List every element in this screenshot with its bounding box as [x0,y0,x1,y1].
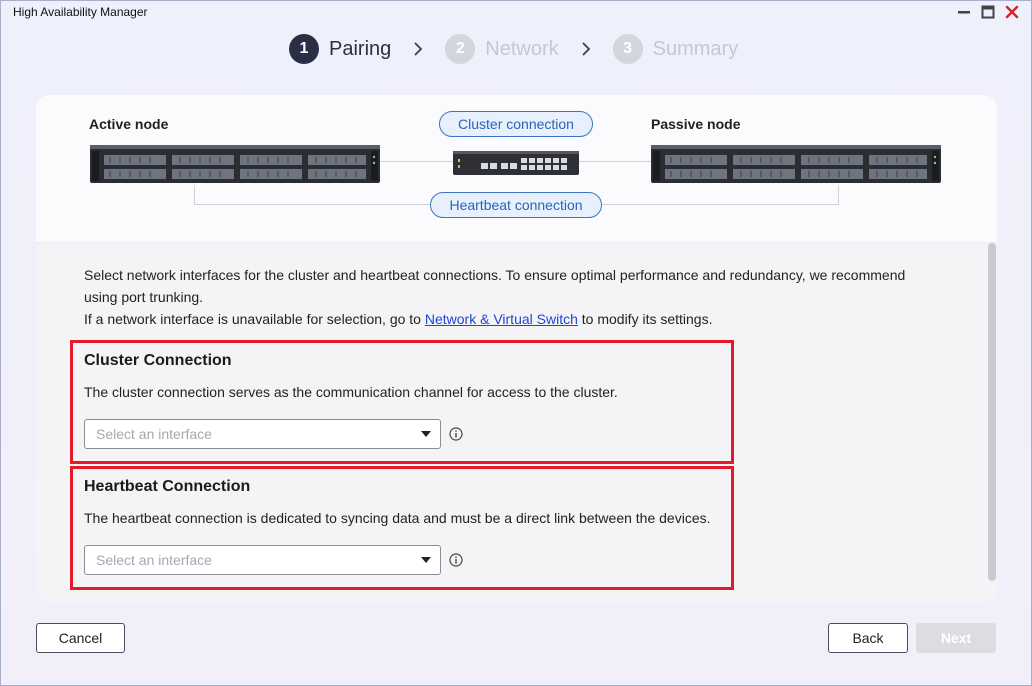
cluster-connection-title: Cluster Connection [84,352,232,369]
heartbeat-connection-description: The heartbeat connection is dedicated to… [84,510,711,526]
cluster-interface-select[interactable]: Select an interface [84,419,441,449]
heartbeat-line-right-vertical [838,185,839,205]
intro-line-2: If a network interface is unavailable fo… [84,308,924,330]
step-label: Pairing [329,37,392,60]
select-placeholder: Select an interface [96,426,212,442]
intro-line-2-prefix: If a network interface is unavailable fo… [84,311,425,327]
settings-content: Select network interfaces for the cluste… [36,243,997,602]
cluster-connection-description: The cluster connection serves as the com… [84,384,618,400]
close-icon [1005,5,1019,19]
intro-line-1: Select network interfaces for the cluste… [84,267,906,305]
main-panel: Active node Passive node Cluster connect… [36,95,997,602]
select-placeholder: Select an interface [96,552,212,568]
maximize-button[interactable] [979,3,997,21]
heartbeat-interface-select[interactable]: Select an interface [84,545,441,575]
wizard-stepper: 1 Pairing 2 Network 3 Summary [289,33,738,65]
step-number: 3 [612,34,643,64]
step-summary: 3 Summary [612,34,739,64]
passive-nas-server-icon [651,145,941,183]
next-button[interactable]: Next [916,623,996,653]
heartbeat-line-right [602,204,839,205]
cluster-line-right [579,161,651,162]
active-nas-server-icon [90,145,380,183]
step-network: 2 Network [445,34,559,64]
intro-line-2-suffix: to modify its settings. [577,311,713,327]
close-button[interactable] [1003,3,1021,21]
scrollbar-thumb[interactable] [988,243,996,581]
maximize-icon [981,5,995,19]
title-bar: High Availability Manager [0,0,1032,24]
content-scrollbar[interactable] [987,243,997,602]
heartbeat-connection-title: Heartbeat Connection [84,478,251,495]
minimize-icon [958,11,970,14]
info-icon[interactable] [449,553,463,567]
heartbeat-connection-section: Heartbeat Connection The heartbeat conne… [70,466,734,590]
cluster-connection-pill: Cluster connection [439,111,593,137]
step-label: Network [485,37,559,60]
topology-diagram: Active node Passive node Cluster connect… [36,95,997,243]
passive-node-label: Passive node [651,116,741,132]
cluster-line-left [379,161,453,162]
step-label: Summary [652,37,739,60]
cluster-connection-section: Cluster Connection The cluster connectio… [70,340,734,464]
active-node-label: Active node [89,116,169,132]
caret-down-icon [421,431,431,437]
caret-down-icon [421,557,431,563]
network-switch-icon [453,151,579,175]
intro-text: Select network interfaces for the cluste… [84,264,924,330]
back-button[interactable]: Back [828,623,908,653]
chevron-right-icon [413,41,423,57]
chevron-right-icon [581,41,591,57]
step-number: 1 [289,34,319,64]
cancel-button[interactable]: Cancel [36,623,125,653]
step-pairing: 1 Pairing [289,34,391,64]
network-virtual-switch-link[interactable]: Network & Virtual Switch [425,311,578,327]
heartbeat-line-left-vertical [194,185,195,205]
heartbeat-line-left [194,204,430,205]
step-number: 2 [445,34,476,64]
window-title: High Availability Manager [13,5,148,19]
minimize-button[interactable] [955,3,973,21]
heartbeat-connection-pill: Heartbeat connection [430,192,602,218]
info-icon[interactable] [449,427,463,441]
